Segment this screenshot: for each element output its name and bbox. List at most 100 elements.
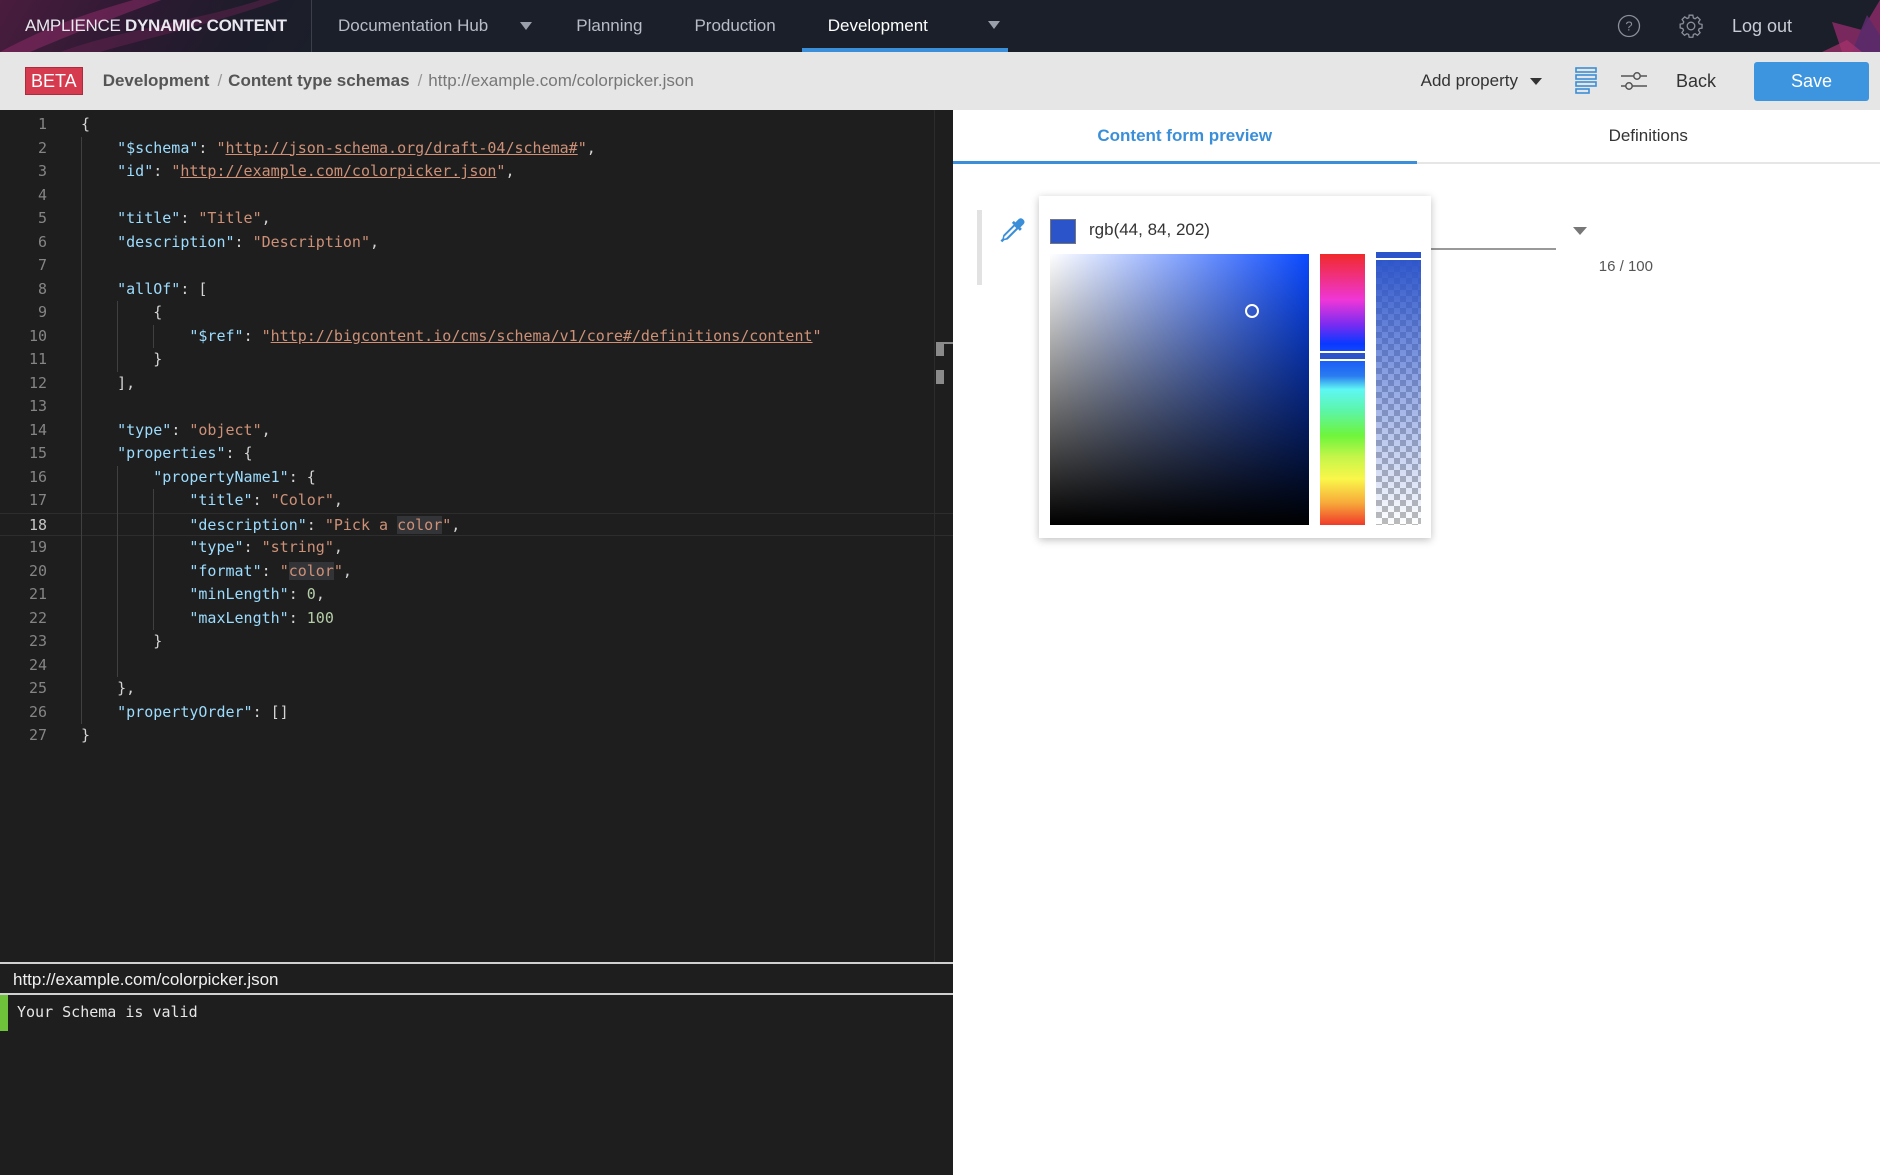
- top-navigation: AMPLIENCE DYNAMIC CONTENT Documentation …: [0, 0, 1880, 52]
- code-line[interactable]: 4: [0, 184, 953, 208]
- indent-guide: [117, 301, 119, 372]
- code-text: "maxLength": 100: [189, 608, 334, 627]
- color-picker-popover: rgb(44, 84, 202): [1039, 196, 1431, 538]
- line-number: 1: [37, 115, 47, 133]
- indent-guide: [153, 489, 155, 630]
- line-number: 4: [37, 185, 47, 204]
- code-text: "properties": {: [117, 444, 253, 462]
- code-line[interactable]: 6 "description": "Description",: [0, 231, 953, 255]
- code-line[interactable]: 20 "format": "color",: [0, 560, 953, 584]
- line-number: 12: [28, 373, 47, 392]
- hue-slider-handle[interactable]: [1320, 350, 1365, 361]
- color-field-underline: [1428, 248, 1556, 250]
- sliders-icon[interactable]: [1620, 66, 1648, 96]
- breadcrumb-item-development[interactable]: Development: [103, 71, 210, 91]
- field-focus-bar: [977, 210, 982, 285]
- line-number: 10: [28, 326, 47, 345]
- nav-item-planning[interactable]: Planning: [550, 0, 668, 52]
- code-line[interactable]: 9 {: [0, 301, 953, 325]
- line-number: 25: [28, 679, 47, 697]
- code-text: }: [81, 632, 163, 650]
- logout-button[interactable]: Log out: [1732, 16, 1792, 37]
- code-text: ],: [81, 373, 136, 392]
- brand-name-light: AMPLIENCE: [25, 16, 121, 35]
- code-text: "type": "object",: [117, 420, 271, 439]
- line-number: 6: [37, 232, 47, 251]
- line-number: 18: [28, 515, 47, 534]
- validation-panel: http://example.com/colorpicker.json Your…: [0, 962, 953, 1175]
- tab-content-form-preview[interactable]: Content form preview: [953, 110, 1417, 164]
- code-line[interactable]: 3 "id": "http://example.com/colorpicker.…: [0, 160, 953, 184]
- code-line[interactable]: 17 "title": "Color",: [0, 489, 953, 513]
- code-line[interactable]: 15 "properties": {: [0, 442, 953, 466]
- code-line[interactable]: 11 }: [0, 348, 953, 372]
- gear-icon[interactable]: [1678, 13, 1704, 39]
- code-text: "allOf": [: [117, 279, 208, 298]
- line-number: 5: [37, 209, 47, 227]
- code-line[interactable]: 22 "maxLength": 100: [0, 607, 953, 631]
- alpha-slider-handle[interactable]: [1376, 252, 1421, 260]
- line-number: 7: [37, 256, 47, 274]
- code-line[interactable]: 19 "type": "string",: [0, 536, 953, 560]
- saturation-brightness-area[interactable]: [1050, 254, 1309, 525]
- code-line[interactable]: 2 "$schema": "http://json-schema.org/dra…: [0, 137, 953, 161]
- chevron-down-icon[interactable]: [987, 21, 1000, 29]
- code-text: "title": "Title",: [117, 209, 271, 227]
- code-line[interactable]: 1{: [0, 113, 953, 137]
- nav-item-documentation-hub[interactable]: Documentation Hub: [312, 0, 514, 52]
- preview-panel: Content form preview Definitions 16 / 10…: [953, 110, 1880, 1175]
- code-line[interactable]: 5 "title": "Title",: [0, 207, 953, 231]
- code-line[interactable]: 23 }: [0, 630, 953, 654]
- breadcrumb-bar: BETA Development / Content type schemas …: [0, 52, 1880, 110]
- hue-slider[interactable]: [1320, 254, 1365, 525]
- code-line[interactable]: 14 "type": "object",: [0, 419, 953, 443]
- code-text: {: [81, 303, 163, 321]
- line-number: 15: [28, 444, 47, 462]
- help-circle-icon[interactable]: ?: [1616, 13, 1642, 39]
- code-line[interactable]: 16 "propertyName1": {: [0, 466, 953, 490]
- code-line[interactable]: 26 "propertyOrder": []: [0, 701, 953, 725]
- nav-label: Development: [827, 16, 928, 35]
- code-line[interactable]: 24: [0, 654, 953, 678]
- code-line[interactable]: 12 ],: [0, 372, 953, 396]
- nav-item-development[interactable]: Development: [801, 0, 1009, 52]
- code-line[interactable]: 7: [0, 254, 953, 278]
- line-number: 9: [37, 303, 47, 321]
- code-line[interactable]: 10 "$ref": "http://bigcontent.io/cms/sch…: [0, 325, 953, 349]
- back-button[interactable]: Back: [1676, 71, 1716, 92]
- code-line[interactable]: 8 "allOf": [: [0, 278, 953, 302]
- line-number: 19: [28, 538, 47, 556]
- code-line[interactable]: 18 "description": "Pick a color",: [0, 512, 953, 536]
- caret-down-icon[interactable]: [1573, 227, 1587, 235]
- nav-label: Planning: [576, 16, 643, 35]
- code-editor[interactable]: 1{2 "$schema": "http://json-schema.org/d…: [0, 110, 953, 962]
- code-text: "id": "http://example.com/colorpicker.js…: [117, 162, 515, 180]
- brand-logo[interactable]: AMPLIENCE DYNAMIC CONTENT: [0, 0, 312, 52]
- line-number: 13: [28, 397, 47, 415]
- code-line[interactable]: 13: [0, 395, 953, 419]
- code-text: },: [81, 679, 136, 697]
- alpha-slider[interactable]: [1376, 252, 1421, 525]
- corner-decoration: [1822, 0, 1880, 52]
- code-text: {: [81, 115, 91, 133]
- saturation-brightness-handle[interactable]: [1245, 303, 1260, 318]
- code-line[interactable]: 25 },: [0, 677, 953, 701]
- nav-label: Production: [694, 16, 776, 35]
- color-value-text[interactable]: rgb(44, 84, 202): [1089, 220, 1210, 240]
- breadcrumb-item-content-type-schemas[interactable]: Content type schemas: [228, 71, 409, 91]
- svg-text:?: ?: [1625, 19, 1632, 34]
- line-number: 21: [28, 585, 47, 603]
- save-button[interactable]: Save: [1754, 61, 1869, 101]
- tab-definitions[interactable]: Definitions: [1417, 110, 1880, 162]
- code-text: "propertyOrder": []: [117, 702, 289, 721]
- character-count: 16 / 100: [1598, 258, 1653, 275]
- line-number: 20: [28, 561, 47, 580]
- chevron-down-icon[interactable]: [520, 22, 533, 30]
- line-number: 23: [28, 632, 47, 650]
- add-property-dropdown[interactable]: Add property: [1421, 71, 1542, 91]
- list-icon[interactable]: [1572, 66, 1600, 96]
- eyedropper-icon[interactable]: [997, 215, 1029, 247]
- nav-item-production[interactable]: Production: [668, 0, 801, 52]
- code-line[interactable]: 27}: [0, 724, 953, 748]
- code-line[interactable]: 21 "minLength": 0,: [0, 583, 953, 607]
